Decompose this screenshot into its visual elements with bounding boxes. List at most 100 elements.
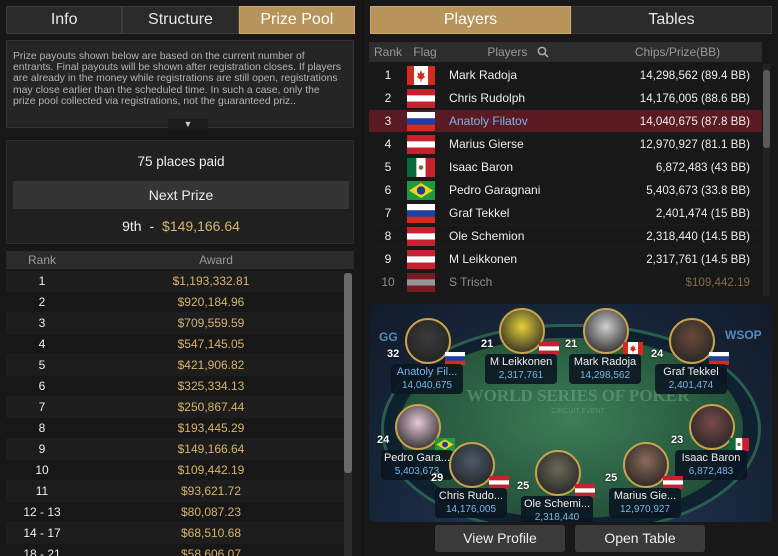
seat-player-name: Marius Gie...	[613, 490, 677, 502]
seat-number: 25	[517, 480, 530, 492]
player-name: Anatoly Filatov	[449, 114, 528, 128]
player-name: Isaac Baron	[449, 160, 514, 174]
player-row[interactable]: 3 Anatoly Filatov 14,040,675 (87.8 BB)	[369, 110, 762, 133]
chevron-down-icon[interactable]: ▼	[168, 119, 208, 129]
next-prize-separator: -	[149, 218, 155, 234]
player-table-header: Rank Flag Players Chips/Prize(BB)	[369, 42, 762, 62]
award-row: 14 - 17 $68,510.68	[6, 523, 344, 544]
player-row[interactable]: 10 S Trisch $109,442.19	[369, 271, 762, 294]
flag-br-icon	[407, 180, 435, 200]
left-tab-bar: Info Structure Prize Pool	[6, 6, 355, 34]
player-seat[interactable]: 25 Marius Gie... 12,970,927	[605, 442, 685, 518]
flag-ru-icon	[407, 111, 435, 131]
award-amount: $250,867.44	[177, 400, 245, 414]
tab-players[interactable]: Players	[370, 6, 571, 34]
tab-prize-pool[interactable]: Prize Pool	[238, 6, 355, 34]
award-scroll-thumb[interactable]	[344, 273, 352, 473]
player-list: 1 Mark Radoja 14,298,562 (89.4 BB) 2 Chris R…	[369, 64, 762, 296]
award-table-header: Rank Award	[6, 251, 354, 269]
player-scrollbar[interactable]	[763, 64, 770, 296]
player-scroll-thumb[interactable]	[763, 70, 770, 148]
player-name: S Trisch	[449, 275, 493, 289]
prize-pool-panel: Info Structure Prize Pool Prize payouts …	[0, 0, 361, 556]
player-rank: 2	[384, 91, 392, 105]
seat-number: 32	[387, 348, 400, 360]
player-row[interactable]: 7 Graf Tekkel 2,401,474 (15 BB)	[369, 202, 762, 225]
seat-number: 24	[651, 348, 664, 360]
player-name: Mark Radoja	[449, 68, 518, 82]
player-chips: 14,040,675 (87.8 BB)	[639, 114, 750, 128]
player-rank: 7	[384, 206, 392, 220]
award-row: 1 $1,193,332.81	[6, 271, 344, 292]
player-name: Pedro Garagnani	[449, 183, 541, 197]
player-name-header: Players	[443, 45, 593, 59]
flag-at-icon	[407, 134, 435, 154]
player-rank: 8	[384, 229, 392, 243]
player-name: Graf Tekkel	[449, 206, 510, 220]
award-amount: $325,334.13	[177, 379, 245, 393]
award-row: 9 $149,166.64	[6, 439, 344, 460]
seat-number: 24	[377, 434, 390, 446]
seat-player-name: Mark Radoja	[573, 356, 637, 368]
player-seat[interactable]: 29 Chris Rudo... 14,176,005	[431, 442, 511, 518]
award-row: 4 $547,145.05	[6, 334, 344, 355]
award-row: 10 $109,442.19	[6, 460, 344, 481]
award-scrollbar[interactable]	[344, 273, 352, 556]
seat-nameplate: Isaac Baron 6,872,483	[675, 450, 747, 480]
award-list: 1 $1,193,332.81 2 $920,184.96 3 $709,559.59 4 $…	[6, 271, 344, 556]
player-seat[interactable]: 21 M Leikkonen 2,317,761	[481, 308, 561, 384]
award-row: 12 - 13 $80,087.23	[6, 502, 344, 523]
player-seat[interactable]: 32 Anatoly Fil... 14,040,675	[387, 318, 467, 394]
player-row[interactable]: 4 Marius Gierse 12,970,927 (81.1 BB)	[369, 133, 762, 156]
tab-structure[interactable]: Structure	[122, 6, 239, 34]
award-row: 5 $421,906.82	[6, 355, 344, 376]
award-rank: 11	[35, 484, 49, 498]
seat-nameplate: Graf Tekkel 2,401,474	[655, 364, 727, 394]
seat-player-name: Ole Schemi...	[523, 498, 591, 510]
player-row[interactable]: 8 Ole Schemion 2,318,440 (14.5 BB)	[369, 225, 762, 248]
award-rank: 18 - 21	[23, 547, 61, 556]
payout-notice: Prize payouts shown below are based on t…	[6, 40, 354, 128]
award-rank: 14 - 17	[23, 526, 61, 540]
award-rank: 1	[38, 274, 46, 288]
prize-summary: 75 places paid Next Prize 9th - $149,166…	[6, 140, 354, 244]
seat-player-name: Graf Tekkel	[663, 366, 719, 378]
seat-number: 21	[481, 338, 494, 350]
player-rank: 1	[384, 68, 392, 82]
player-rank: 5	[384, 160, 392, 174]
award-rank: 10	[35, 463, 49, 477]
player-row[interactable]: 2 Chris Rudolph 14,176,005 (88.6 BB)	[369, 87, 762, 110]
player-seat[interactable]: 25 Ole Schemi... 2,318,440	[517, 450, 597, 522]
player-seat[interactable]: 21 Mark Radoja 14,298,562	[565, 308, 645, 384]
player-row[interactable]: 5 Isaac Baron 6,872,483 (43 BB)	[369, 156, 762, 179]
next-prize-value: 9th - $149,166.64	[13, 215, 349, 237]
table-logo-sub: CIRCUIT EVENT	[551, 408, 605, 415]
open-table-button[interactable]: Open Table	[575, 525, 705, 552]
player-name-header-label: Players	[487, 45, 528, 59]
seat-nameplate: Marius Gie... 12,970,927	[609, 488, 681, 518]
award-amount: $93,621.72	[180, 484, 242, 498]
award-row: 11 $93,621.72	[6, 481, 344, 502]
award-amount: $547,145.05	[177, 337, 245, 351]
player-row[interactable]: 6 Pedro Garagnani 5,403,673 (33.8 BB)	[369, 179, 762, 202]
seat-nameplate: M Leikkonen 2,317,761	[485, 354, 557, 384]
flag-at-icon	[407, 226, 435, 246]
right-tab-bar: Players Tables	[370, 6, 772, 34]
seat-chips: 14,040,675	[401, 380, 453, 391]
player-row[interactable]: 1 Mark Radoja 14,298,562 (89.4 BB)	[369, 64, 762, 87]
seat-chips: 2,318,440	[534, 512, 580, 522]
player-rank-header: Rank	[373, 45, 402, 59]
view-profile-button[interactable]: View Profile	[435, 525, 565, 552]
tab-info[interactable]: Info	[6, 6, 123, 34]
player-chips: 12,970,927 (81.1 BB)	[639, 137, 750, 151]
seat-chips: 6,872,483	[688, 466, 734, 477]
search-icon[interactable]	[537, 46, 549, 58]
seat-number: 29	[431, 472, 444, 484]
seat-nameplate: Ole Schemi... 2,318,440	[521, 496, 593, 522]
player-seat[interactable]: 24 Graf Tekkel 2,401,474	[651, 318, 731, 394]
flag-ru-icon	[407, 203, 435, 223]
tab-tables[interactable]: Tables	[571, 6, 772, 34]
player-row[interactable]: 9 M Leikkonen 2,317,761 (14.5 BB)	[369, 248, 762, 271]
award-rank-header: Rank	[27, 253, 56, 267]
seat-player-name: M Leikkonen	[489, 356, 553, 368]
